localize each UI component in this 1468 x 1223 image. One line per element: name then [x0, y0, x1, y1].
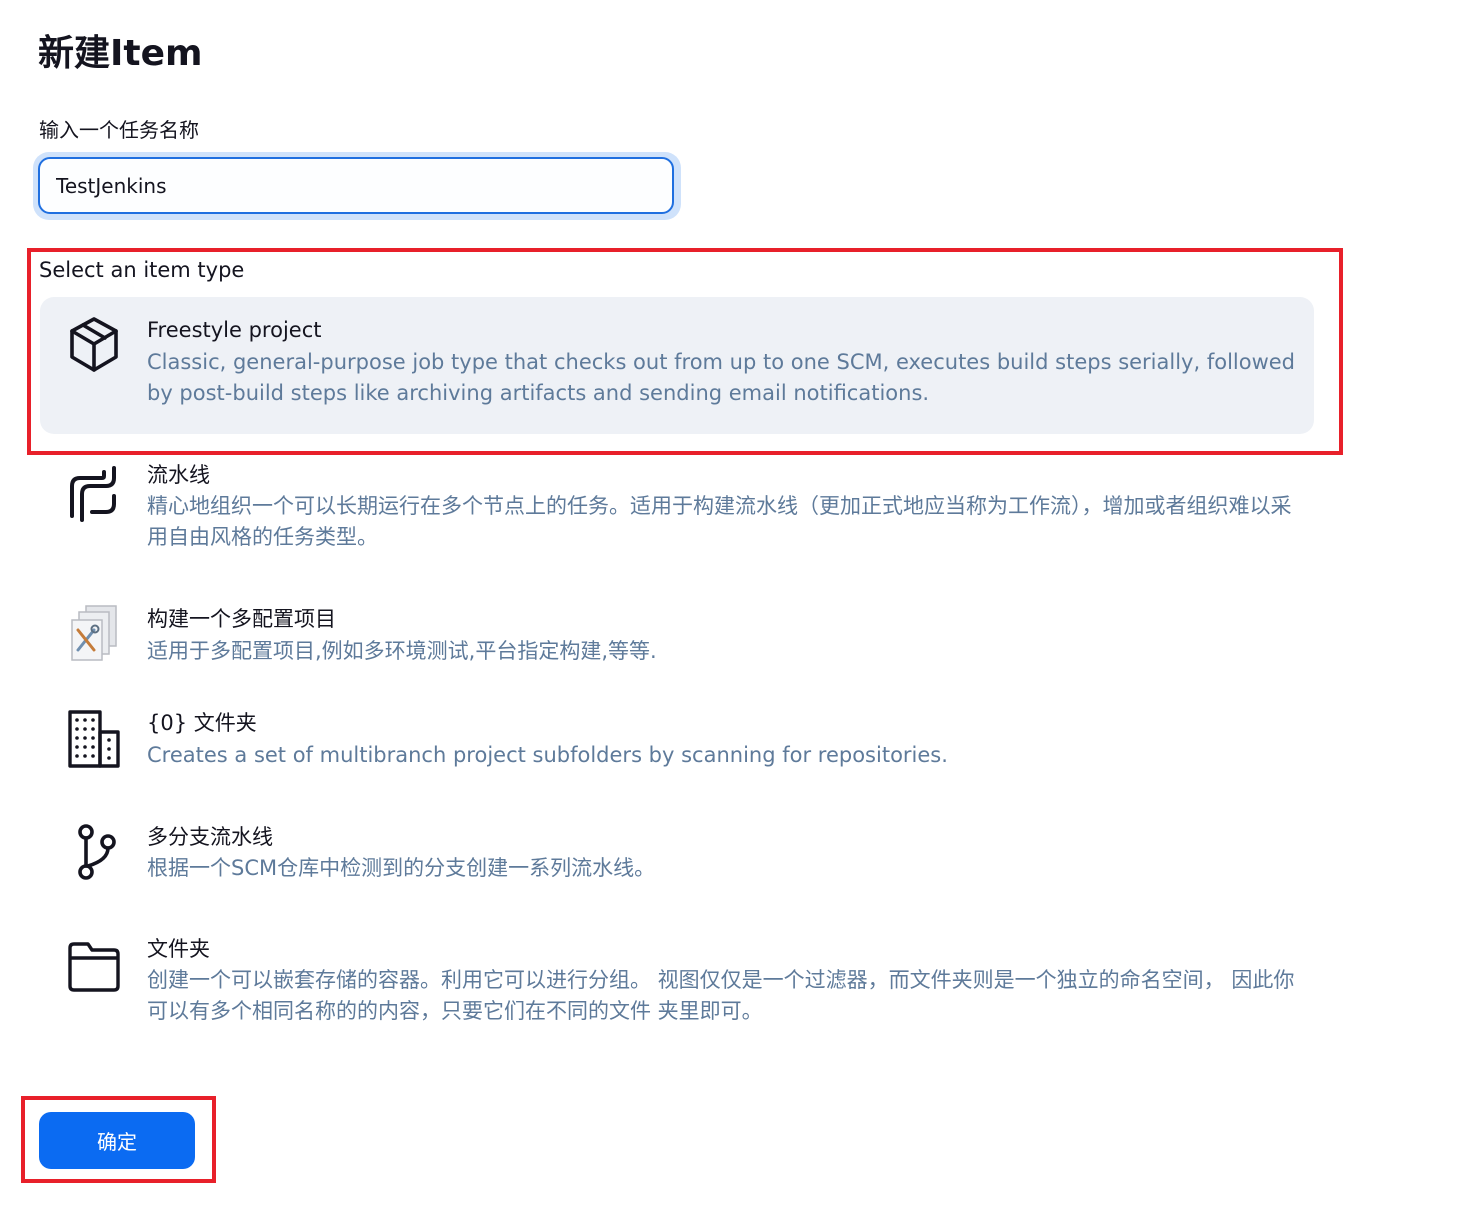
ok-button[interactable]: 确定	[39, 1112, 195, 1169]
item-type-name: 文件夹	[147, 937, 210, 961]
item-type-description: 创建一个可以嵌套存储的容器。利用它可以进行分组。 视图仅仅是一个过滤器，而文件夹…	[147, 968, 1295, 1023]
branch-icon	[64, 820, 124, 884]
item-type-name: {0} 文件夹	[147, 711, 257, 735]
item-type-organization-folder[interactable]: {0} 文件夹 Creates a set of multibranch pro…	[40, 700, 1314, 780]
item-type-name: 构建一个多配置项目	[147, 607, 336, 631]
freestyle-box-icon	[64, 313, 124, 377]
item-type-pipeline[interactable]: 流水线 精心地组织一个可以长期运行在多个节点上的任务。适用于构建流水线（更加正式…	[40, 452, 1314, 562]
item-type-multibranch-pipeline[interactable]: 多分支流水线 根据一个SCM仓库中检测到的分支创建一系列流水线。	[40, 814, 1314, 894]
item-type-freestyle[interactable]: Freestyle project Classic, general-purpo…	[40, 297, 1314, 434]
item-type-description: Classic, general-purpose job type that c…	[147, 350, 1296, 405]
page-title: 新建Item	[38, 33, 203, 74]
pipeline-icon	[64, 458, 124, 522]
item-type-folder[interactable]: 文件夹 创建一个可以嵌套存储的容器。利用它可以进行分组。 视图仅仅是一个过滤器，…	[40, 926, 1314, 1036]
folder-icon	[64, 932, 124, 996]
item-type-label: Select an item type	[39, 258, 245, 282]
item-name-input[interactable]	[38, 157, 674, 214]
multi-config-icon	[64, 602, 124, 666]
item-name-focus-ring	[33, 152, 681, 220]
item-type-description: 根据一个SCM仓库中检测到的分支创建一系列流水线。	[147, 856, 656, 880]
item-type-name: 多分支流水线	[147, 825, 273, 849]
organization-folder-icon	[64, 706, 124, 770]
item-type-name: Freestyle project	[147, 318, 322, 342]
item-type-description: Creates a set of multibranch project sub…	[147, 743, 948, 767]
item-type-multi-config[interactable]: 构建一个多配置项目 适用于多配置项目,例如多环境测试,平台指定构建,等等.	[40, 596, 1314, 676]
item-type-description: 适用于多配置项目,例如多环境测试,平台指定构建,等等.	[147, 639, 657, 663]
item-type-description: 精心地组织一个可以长期运行在多个节点上的任务。适用于构建流水线（更加正式地应当称…	[147, 494, 1292, 549]
item-type-name: 流水线	[147, 463, 210, 487]
item-name-label: 输入一个任务名称	[39, 118, 199, 142]
